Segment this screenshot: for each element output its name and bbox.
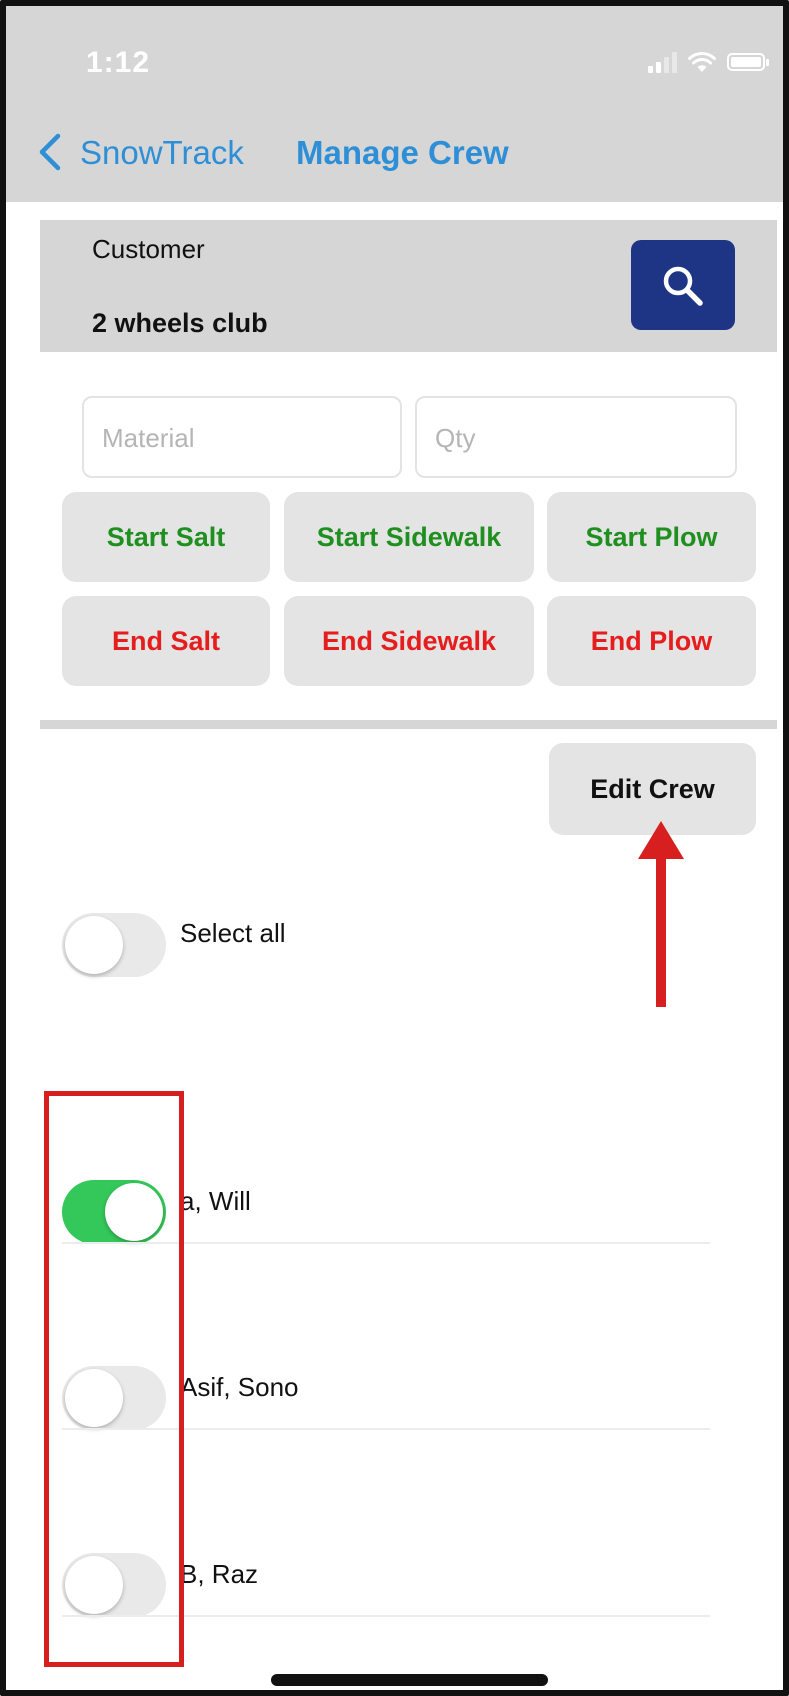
cellular-signal-icon xyxy=(648,51,677,73)
search-button[interactable] xyxy=(631,240,735,330)
customer-value: 2 wheels club xyxy=(92,308,268,338)
home-indicator[interactable] xyxy=(271,1674,548,1686)
crew-name-3: B, Raz xyxy=(180,1559,259,1589)
up-arrow-annotation xyxy=(638,821,684,1007)
battery-icon xyxy=(727,53,769,71)
end-sidewalk-button[interactable]: End Sidewalk xyxy=(284,596,534,686)
crew-name-1: a, Will xyxy=(180,1186,251,1216)
start-plow-button[interactable]: Start Plow xyxy=(547,492,756,582)
toggle-highlight-box xyxy=(44,1091,184,1667)
start-salt-button[interactable]: Start Salt xyxy=(62,492,270,582)
page-title: Manage Crew xyxy=(296,134,509,171)
chevron-left-icon[interactable] xyxy=(36,132,62,172)
material-field[interactable] xyxy=(82,396,404,478)
section-divider xyxy=(40,720,777,729)
start-sidewalk-button[interactable]: Start Sidewalk xyxy=(284,492,534,582)
status-time: 1:12 xyxy=(86,46,151,79)
select-all-toggle[interactable] xyxy=(62,913,166,977)
qty-input[interactable] xyxy=(433,398,739,478)
crew-name-2: Asif, Sono xyxy=(180,1372,299,1402)
wifi-icon xyxy=(688,51,716,72)
material-input[interactable] xyxy=(100,398,404,478)
customer-label: Customer xyxy=(92,234,205,264)
select-all-label: Select all xyxy=(180,918,286,948)
back-button[interactable]: SnowTrack xyxy=(80,134,244,172)
qty-field[interactable] xyxy=(415,396,739,478)
search-icon xyxy=(663,266,703,306)
phone-screen: 1:12 SnowTrack Manage Crew Customer 2 wh… xyxy=(0,0,789,1696)
customer-panel: Customer 2 wheels club xyxy=(40,220,777,352)
end-plow-button[interactable]: End Plow xyxy=(547,596,756,686)
status-icons xyxy=(648,50,769,74)
end-salt-button[interactable]: End Salt xyxy=(62,596,270,686)
top-bar: 1:12 SnowTrack Manage Crew xyxy=(6,6,783,202)
toggle-knob xyxy=(65,916,123,974)
